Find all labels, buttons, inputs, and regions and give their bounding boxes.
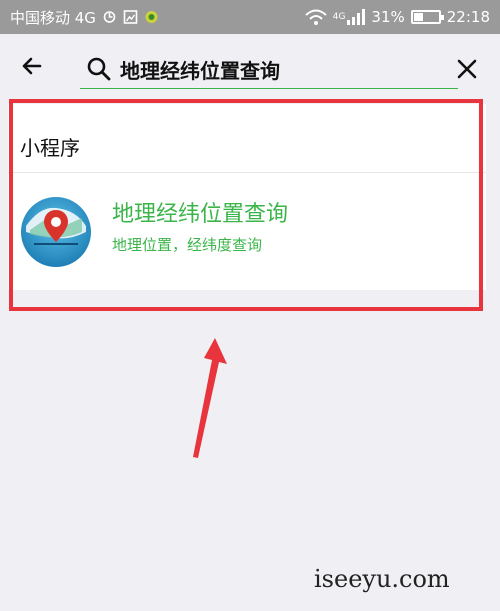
clock: 22:18 [446, 8, 490, 26]
search-field[interactable] [80, 50, 458, 89]
annotation-arrow-icon [193, 338, 227, 458]
battery-icon [410, 10, 444, 24]
clear-search-button[interactable] [452, 54, 482, 84]
wifi-icon [305, 9, 327, 25]
status-bar: 中国移动 4G 4G 31% 22:18 [0, 0, 500, 34]
map-pin-globe-icon [21, 197, 91, 267]
status-left: 中国移动 4G [10, 7, 159, 28]
carrier-label: 中国移动 4G [10, 8, 96, 27]
section-divider [8, 172, 486, 173]
close-icon [457, 59, 477, 79]
section-title: 小程序 [20, 136, 80, 160]
magnifier-icon [87, 57, 111, 81]
battery-percent: 31% [371, 8, 405, 26]
status-right: 4G 31% 22:18 [305, 8, 490, 26]
mini-program-results: 小程序 地理经纬位置查询 地理位置，经纬度查询 [8, 104, 486, 290]
app-description: 地理位置，经纬度查询 [112, 236, 263, 254]
image-icon [123, 10, 138, 24]
result-item-geo-query[interactable]: 地理经纬位置查询 地理位置，经纬度查询 [8, 174, 486, 289]
search-input[interactable] [120, 57, 420, 81]
app-name: 地理经纬位置查询 [112, 202, 289, 227]
watermark: iseeyu.com [314, 565, 450, 593]
search-header [0, 34, 500, 98]
back-arrow-icon [22, 57, 42, 75]
app-notification-icon [145, 11, 158, 23]
network-type-label: 4G [332, 12, 346, 22]
signal-icon [347, 9, 366, 25]
back-button[interactable] [12, 46, 52, 86]
sync-icon [103, 11, 116, 23]
